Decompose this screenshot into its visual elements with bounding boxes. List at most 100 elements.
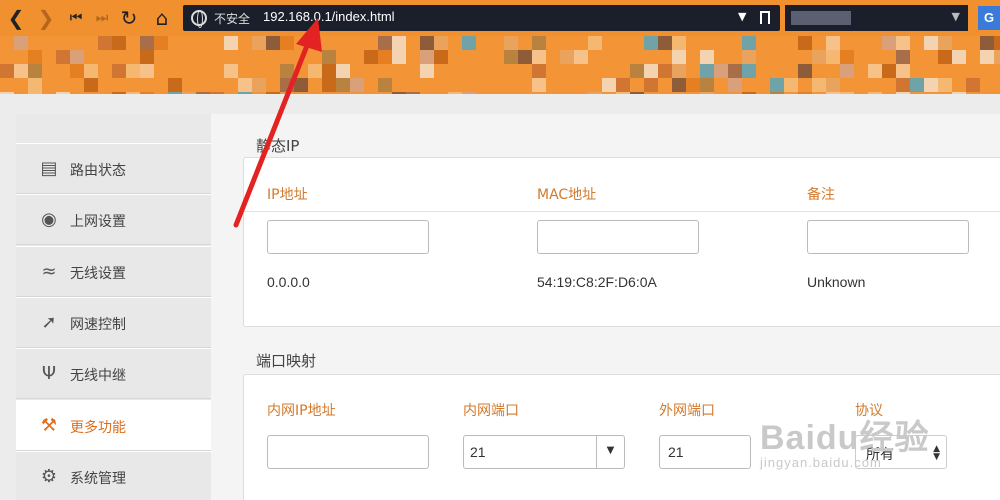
banner-pixel [672, 64, 686, 78]
banner-pixel [532, 50, 546, 64]
banner-pixel [840, 64, 854, 78]
banner-pixel [672, 78, 686, 92]
sidebar-item-4[interactable]: ➚ 网速控制 [16, 296, 211, 348]
header-remark: 备注 [807, 187, 835, 203]
translate-icon[interactable]: G [978, 6, 1000, 30]
banner-pixel [924, 36, 938, 50]
external-port-input[interactable] [659, 435, 751, 469]
forward-icon[interactable]: ❯ [34, 6, 58, 30]
pixelated-header-banner [0, 36, 1000, 94]
remark-input[interactable] [807, 220, 969, 254]
banner-pixel [672, 50, 686, 64]
banner-pixel [742, 50, 756, 64]
banner-pixel [28, 78, 42, 92]
banner-pixel [84, 78, 98, 92]
header-internal-port: 内网端口 [463, 403, 519, 419]
banner-pixel [714, 64, 728, 78]
banner-pixel [28, 50, 42, 64]
banner-pixel [168, 78, 182, 92]
banner-pixel [112, 36, 126, 50]
internal-port-select[interactable]: 21 ▼ [463, 435, 625, 469]
banner-pixel [378, 78, 392, 92]
skip-back-icon[interactable]: ⏮ [64, 6, 88, 30]
wifi-icon: ≈ [41, 260, 57, 282]
banner-pixel [826, 78, 840, 92]
banner-pixel [672, 36, 686, 50]
sidebar-item-1[interactable]: ▤ 路由状态 [16, 143, 211, 194]
banner-pixel [700, 50, 714, 64]
speed-chart-icon: ➚ [41, 311, 57, 333]
tools-icon: ⚒ [40, 414, 58, 436]
globe-icon: ◉ [41, 209, 57, 231]
sidebar-item-3[interactable]: ≈ 无线设置 [16, 245, 211, 297]
banner-pixel [112, 64, 126, 78]
blurred-search-text [791, 11, 851, 25]
banner-pixel [728, 64, 742, 78]
banner-pixel [392, 50, 406, 64]
banner-pixel [154, 36, 168, 50]
banner-pixel [420, 64, 434, 78]
search-dropdown-icon[interactable]: ▼ [952, 10, 960, 23]
address-bar[interactable]: 不安全 192.168.0.1/index.html ▼ [183, 5, 780, 31]
banner-pixel [742, 64, 756, 78]
banner-pixel [238, 78, 252, 92]
banner-pixel [658, 64, 672, 78]
banner-pixel [350, 78, 364, 92]
banner-pixel [812, 78, 826, 92]
banner-pixel [280, 64, 294, 78]
banner-pixel [616, 78, 630, 92]
banner-pixel [280, 78, 294, 92]
banner-pixel [252, 78, 266, 92]
banner-pixel [434, 50, 448, 64]
banner-pixel [140, 36, 154, 50]
ip-address-input[interactable] [267, 220, 429, 254]
banner-pixel [826, 36, 840, 50]
banner-pixel [644, 78, 658, 92]
home-icon[interactable]: ⌂ [150, 6, 174, 30]
sidebar-item-label: 系统管理 [70, 470, 126, 487]
sidebar-item-5[interactable]: Ψ 无线中继 [16, 348, 211, 400]
banner-pixel [910, 78, 924, 92]
banner-pixel [966, 78, 980, 92]
banner-pixel [560, 50, 574, 64]
banner-pixel [518, 50, 532, 64]
banner-pixel [140, 64, 154, 78]
router-icon: ▤ [40, 158, 58, 179]
bookmark-icon[interactable] [760, 11, 770, 24]
gears-icon: ⚙ [40, 465, 58, 487]
banner-pixel [378, 50, 392, 64]
row-remark-value: Unknown [807, 274, 866, 290]
sidebar-item-label: 更多功能 [70, 419, 126, 436]
banner-pixel [658, 36, 672, 50]
sidebar-item-7[interactable]: ⚙ 系统管理 [16, 450, 211, 500]
header-divider [0, 94, 1000, 114]
banner-pixel [224, 36, 238, 50]
mac-address-input[interactable] [537, 220, 699, 254]
url-dropdown-icon[interactable]: ▼ [738, 10, 746, 23]
banner-pixel [938, 50, 952, 64]
url-text[interactable]: 192.168.0.1/index.html [263, 9, 395, 24]
banner-pixel [532, 64, 546, 78]
internal-ip-input[interactable] [267, 435, 429, 469]
skip-forward-icon[interactable]: ⏭ [90, 6, 114, 30]
banner-pixel [770, 78, 784, 92]
port-mapping-title: 端口映射 [256, 352, 317, 370]
row-ip-value: 0.0.0.0 [267, 274, 310, 290]
banner-pixel [924, 78, 938, 92]
banner-pixel [252, 36, 266, 50]
banner-pixel [504, 36, 518, 50]
back-icon[interactable]: ❮ [4, 6, 28, 30]
chevron-down-icon[interactable]: ▼ [596, 436, 624, 468]
antenna-icon: Ψ [41, 363, 57, 385]
sidebar-item-6[interactable]: ⚒ 更多功能 [16, 399, 211, 451]
static-ip-panel: IP地址 MAC地址 备注 0.0.0.0 54:19:C8:2F:D6:0A … [243, 157, 1000, 327]
search-box[interactable]: ▼ [785, 5, 968, 31]
watermark-brand: Baidu经验 [760, 419, 930, 457]
banner-pixel [336, 64, 350, 78]
banner-pixel [84, 64, 98, 78]
banner-pixel [98, 36, 112, 50]
banner-pixel [504, 50, 518, 64]
reload-icon[interactable]: ↻ [117, 6, 141, 30]
site-info-icon[interactable] [191, 10, 207, 28]
sidebar-item-2[interactable]: ◉ 上网设置 [16, 194, 211, 246]
